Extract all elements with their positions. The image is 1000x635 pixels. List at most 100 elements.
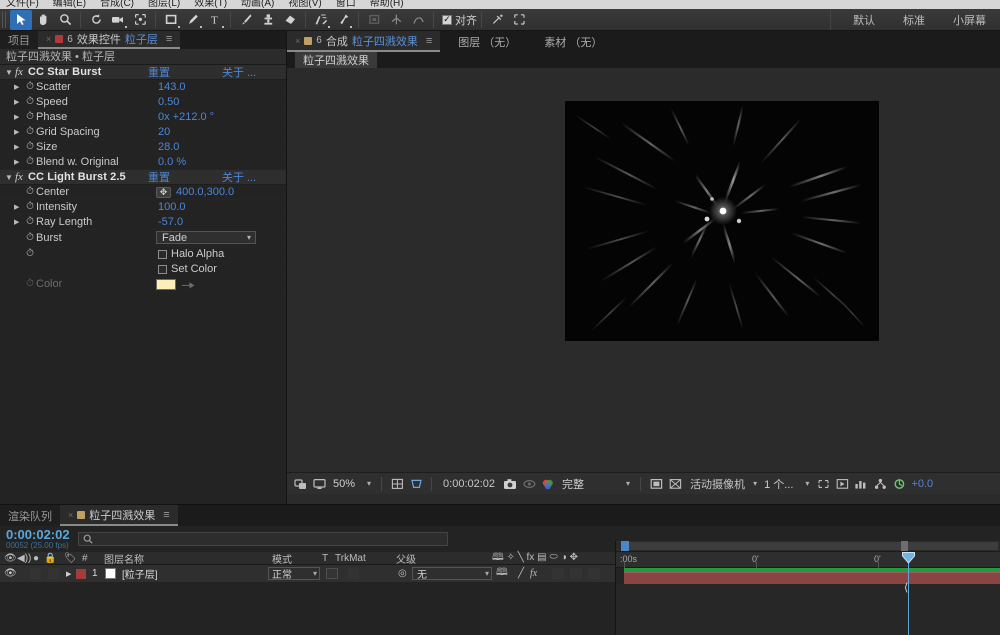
effect-twirl-icon[interactable]: ▼ [4,173,14,182]
composition-breadcrumb-chip[interactable]: 粒子四溅效果 [295,51,377,69]
time-marker-glyph[interactable]: ⟨ [904,581,908,594]
stopwatch-icon[interactable]: ⏱ [24,127,36,137]
work-area-start-handle[interactable] [621,541,629,551]
brush-tool-icon[interactable] [235,10,257,30]
layer-collapse-icon[interactable]: 🕮 [496,565,508,582]
layer-twirl-icon[interactable]: ▶ [66,570,71,578]
param-value[interactable]: -57.0 [158,216,183,228]
fast-previews-icon[interactable] [835,476,849,492]
param-value[interactable]: 0.0 % [158,156,186,168]
tab-close-icon[interactable]: × [68,510,73,520]
views-select[interactable]: 1 个... ▾ [762,476,811,492]
workspace-small-screen[interactable]: 小屏幕 [939,12,1000,28]
snapping-toggle[interactable]: ✓ 对齐 [442,12,477,28]
effect-about-link[interactable]: 关于 ... [222,169,256,185]
layer-quality-icon[interactable]: ╱ [518,568,524,579]
timeline-flowchart-icon[interactable] [854,476,868,492]
menu-item-help[interactable]: 帮助(H) [370,0,404,9]
param-twirl-icon[interactable]: ▶ [14,203,24,211]
main-viewer-icon[interactable] [312,476,326,492]
param-value[interactable]: 0x +212.0 ° [158,111,214,123]
menu-item-window[interactable]: 窗口 [336,0,356,9]
stopwatch-icon[interactable]: ⏱ [24,233,36,243]
param-value[interactable]: 0.50 [158,96,179,108]
channel-select-icon[interactable] [541,476,555,492]
toggle-mask-icon[interactable] [668,476,682,492]
col-trkmat[interactable]: TrkMat [335,553,366,564]
clone-stamp-tool-icon[interactable] [257,10,279,30]
tab-close-icon[interactable]: × [295,36,300,46]
timeline-current-timecode[interactable]: 0:00:02:02 [6,528,70,541]
stopwatch-icon[interactable]: ⏱ [24,112,36,122]
halo-alpha-checkbox[interactable] [158,250,167,259]
stopwatch-icon[interactable]: ⏱ [24,202,36,212]
col-lock-toggle-icon[interactable]: 🔒 [44,553,56,564]
selection-tool-icon[interactable] [10,10,32,30]
tab-project[interactable]: 项目 [0,31,38,49]
layer-trkmat-select[interactable] [326,568,338,579]
parent-pickwhip-icon[interactable]: ◎ [398,568,407,579]
table-row[interactable]: 👁 ▶ 1 [粒子层] 正常 ▾ ◎ 无 ▾ 🕮 ╱ fx [0,565,616,582]
param-row-size[interactable]: ▶ ⏱ Size 28.0 [0,140,286,155]
col-label-icon[interactable]: 🏷 [64,553,77,564]
menu-item-file[interactable]: 文件(F) [6,0,39,9]
param-value[interactable]: 100.0 [158,201,186,213]
layer-effects-icon[interactable]: fx [530,568,537,579]
param-row-scatter[interactable]: ▶ ⏱ Scatter 143.0 [0,80,286,95]
snapping-checkbox[interactable]: ✓ [442,15,452,25]
param-row-ray-length[interactable]: ▶ ⏱ Ray Length -57.0 [0,215,286,230]
rotation-tool-icon[interactable] [85,10,107,30]
stopwatch-icon[interactable]: ⏱ [24,217,36,227]
snapshot-icon[interactable] [503,476,517,492]
work-area-range[interactable] [622,542,998,550]
param-twirl-icon[interactable]: ▶ [14,83,24,91]
param-row-halo-alpha[interactable]: ⏱ Halo Alpha [0,247,286,262]
panel-menu-icon[interactable]: ≡ [426,35,432,47]
menu-item-edit[interactable]: 编辑(E) [53,0,86,9]
effect-reset-link[interactable]: 重置 [148,169,170,185]
playhead-handle[interactable] [902,552,915,564]
stopwatch-icon[interactable]: ⏱ [24,82,36,92]
grid-guides-icon[interactable] [390,476,404,492]
chevron-down-icon[interactable]: ▾ [753,479,757,488]
col-parent[interactable]: 父级 [396,551,416,566]
param-row-phase[interactable]: ▶ ⏱ Phase 0x +212.0 ° [0,110,286,125]
tab-render-queue[interactable]: 渲染队列 [0,505,60,526]
effect-twirl-icon[interactable]: ▼ [4,68,14,77]
param-row-center[interactable]: ⏱ Center ✥ 400.0,300.0 [0,185,286,200]
panel-menu-icon[interactable]: ≡ [166,33,172,45]
composition-viewer-canvas[interactable] [565,101,879,341]
layer-solo-cell[interactable] [30,568,41,579]
param-twirl-icon[interactable]: ▶ [14,98,24,106]
layer-trkmat-cell[interactable] [348,568,359,579]
tab-layer[interactable]: 图层 （无） [440,31,526,52]
type-tool-icon[interactable]: T [204,10,226,30]
world-axis-mode-icon[interactable] [385,10,407,30]
stopwatch-icon[interactable]: ⏱ [24,97,36,107]
tab-close-icon[interactable]: × [46,34,51,44]
unified-camera-icon[interactable] [486,10,508,30]
roto-brush-tool-icon[interactable] [310,10,332,30]
param-value[interactable]: 143.0 [158,81,186,93]
stopwatch-icon[interactable]: ⏱ [24,279,36,289]
exposure-reset-icon[interactable] [892,476,906,492]
show-snapshot-icon[interactable] [522,476,536,492]
param-twirl-icon[interactable]: ▶ [14,218,24,226]
region-of-interest-icon[interactable] [409,476,423,492]
tab-timeline-composition[interactable]: × 粒子四溅效果 ≡ [60,505,178,526]
puppet-pin-tool-icon[interactable] [332,10,354,30]
zoom-level-select[interactable]: 50% ▾ [331,478,373,490]
param-value[interactable]: 400.0,300.0 [176,186,234,198]
time-ruler[interactable]: :00s 0' 0' [616,552,1000,568]
resolution-select[interactable]: 完整 ▾ [560,476,632,492]
work-area-end-handle[interactable] [901,541,908,551]
set-color-checkbox[interactable] [158,265,167,274]
composition-stage[interactable] [287,68,1000,472]
composition-flowchart-icon[interactable] [873,476,887,492]
always-preview-icon[interactable] [293,476,307,492]
param-row-blend-w-original[interactable]: ▶ ⏱ Blend w. Original 0.0 % [0,155,286,170]
local-axis-mode-icon[interactable] [363,10,385,30]
stopwatch-icon[interactable]: ⏱ [24,157,36,167]
panel-menu-icon[interactable]: ≡ [163,509,169,521]
stopwatch-icon[interactable]: ⏱ [24,187,36,197]
